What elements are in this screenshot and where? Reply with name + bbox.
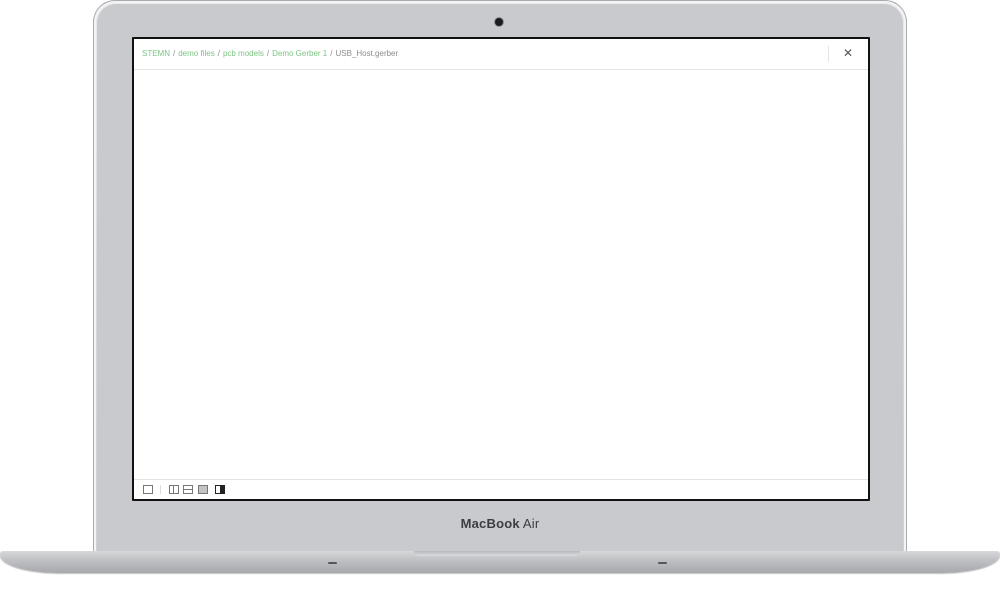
- layout-grid-icon[interactable]: [198, 485, 208, 494]
- breadcrumb-item-demo-files[interactable]: demo files: [178, 49, 214, 58]
- breadcrumb-item-stemn[interactable]: STEMN: [142, 49, 170, 58]
- breadcrumb: STEMN / demo files / pcb models / Demo Gerber …: [142, 49, 398, 58]
- divider: [828, 46, 829, 62]
- layout-toolbar: [134, 479, 868, 499]
- foot-left: [328, 562, 337, 564]
- camera-icon: [495, 18, 503, 26]
- brand-name: MacBook: [460, 516, 520, 531]
- breadcrumb-separator: /: [217, 49, 220, 58]
- top-bar: STEMN / demo files / pcb models / Demo Gerber …: [134, 39, 868, 70]
- toolbar-divider: [160, 485, 161, 494]
- breadcrumb-separator: /: [173, 49, 176, 58]
- file-preview-area[interactable]: [134, 70, 868, 480]
- foot-right: [658, 562, 667, 564]
- brand-model: Air: [522, 516, 540, 531]
- breadcrumb-current-file: USB_Host.gerber: [335, 49, 399, 58]
- close-icon[interactable]: ✕: [842, 47, 854, 59]
- layout-split-icon[interactable]: [215, 485, 225, 494]
- close-area: ✕: [828, 39, 868, 69]
- lid-notch: [414, 551, 580, 556]
- layout-rows-icon[interactable]: [183, 485, 193, 494]
- layout-single-icon[interactable]: [143, 485, 153, 494]
- device-brand: MacBook Air: [93, 516, 907, 531]
- breadcrumb-item-pcb-models[interactable]: pcb models: [223, 49, 264, 58]
- app-window: STEMN / demo files / pcb models / Demo Gerber …: [134, 39, 868, 499]
- breadcrumb-separator: /: [266, 49, 270, 58]
- laptop-base: [0, 551, 1000, 573]
- breadcrumb-item-demo-gerber-1[interactable]: Demo Gerber 1: [272, 49, 327, 58]
- layout-columns-icon[interactable]: [169, 485, 179, 494]
